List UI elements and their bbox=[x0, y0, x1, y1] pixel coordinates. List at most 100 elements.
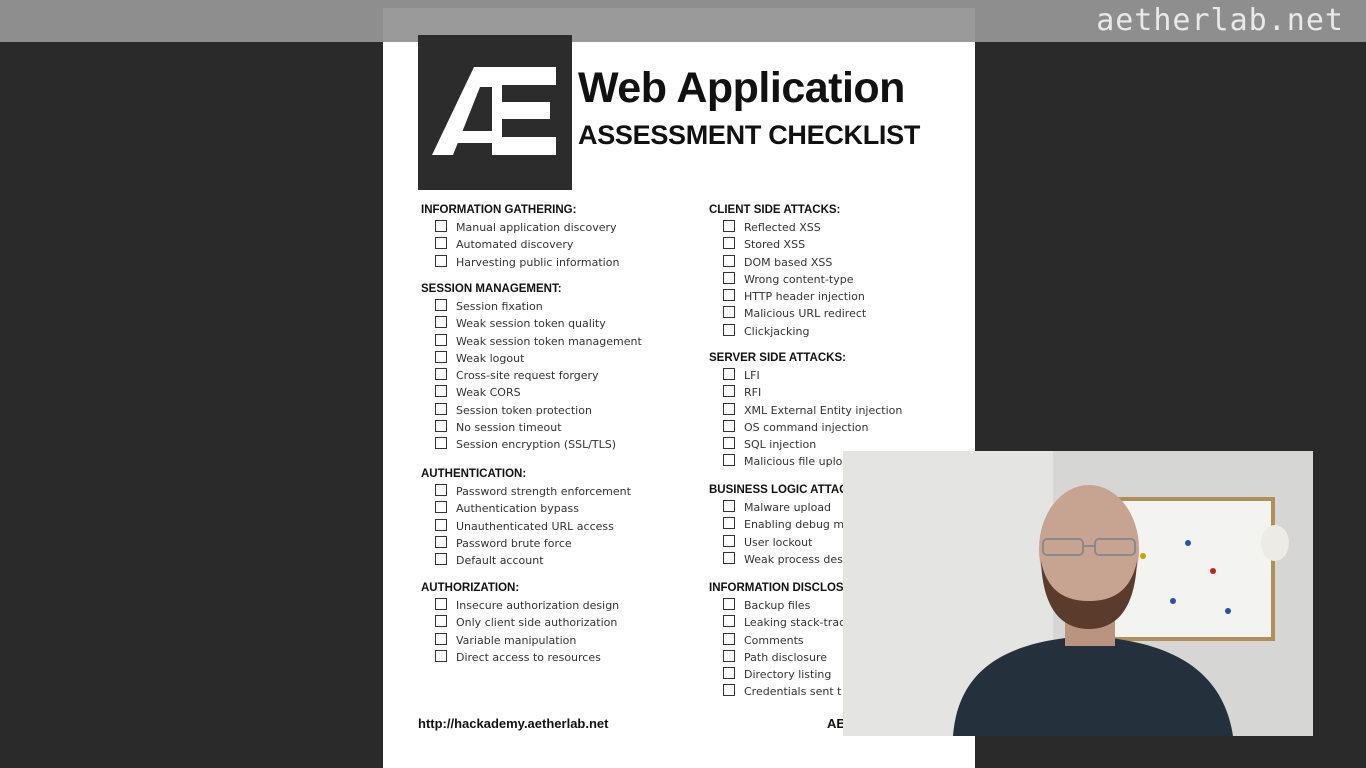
checklist-item[interactable]: XML External Entity injection bbox=[709, 402, 902, 419]
checklist-item[interactable]: Malware upload bbox=[709, 499, 847, 516]
checklist-item[interactable]: Session token protection bbox=[421, 402, 642, 419]
section-authorization: AUTHORIZATION: Insecure authorization de… bbox=[421, 580, 619, 666]
checkbox[interactable] bbox=[723, 649, 735, 662]
section-title: CLIENT SIDE ATTACKS: bbox=[709, 204, 841, 216]
checklist-item[interactable]: Wrong content-type bbox=[709, 271, 866, 288]
checklist-item[interactable]: Password strength enforcement bbox=[421, 483, 631, 500]
section-title: SERVER SIDE ATTACKS: bbox=[709, 352, 846, 364]
checkbox[interactable] bbox=[723, 684, 735, 697]
checkbox[interactable] bbox=[435, 553, 447, 566]
checklist-item[interactable]: User lockout bbox=[709, 534, 847, 551]
checkbox[interactable] bbox=[723, 534, 735, 547]
checklist-item[interactable]: Stored XSS bbox=[709, 236, 866, 253]
checklist-item[interactable]: Backup files bbox=[709, 597, 845, 614]
checklist-item[interactable]: Only client side authorization bbox=[421, 614, 619, 631]
checklist-item[interactable]: DOM based XSS bbox=[709, 254, 866, 271]
checklist-item[interactable]: Authentication bypass bbox=[421, 500, 631, 517]
checkbox[interactable] bbox=[435, 501, 447, 514]
section-information-gathering: INFORMATION GATHERING: Manual applicatio… bbox=[421, 202, 619, 271]
checklist-item[interactable]: RFI bbox=[709, 384, 902, 401]
checkbox[interactable] bbox=[723, 500, 735, 512]
checkbox[interactable] bbox=[435, 518, 447, 531]
checklist-item[interactable]: Enabling debug m bbox=[709, 516, 847, 533]
checklist-item[interactable]: Unauthenticated URL access bbox=[421, 518, 631, 535]
section-client-side-attacks: CLIENT SIDE ATTACKS: Reflected XSS Store… bbox=[709, 202, 866, 340]
checklist-item[interactable]: OS command injection bbox=[709, 419, 902, 436]
checkbox[interactable] bbox=[435, 437, 447, 450]
section-information-disclosure: INFORMATION DISCLOS Backup files Leaking… bbox=[709, 580, 845, 701]
checkbox[interactable] bbox=[723, 271, 735, 284]
section-title: SESSION MANAGEMENT: bbox=[421, 283, 562, 295]
checklist-item[interactable]: Weak CORS bbox=[421, 384, 642, 401]
checklist-item[interactable]: Session fixation bbox=[421, 298, 642, 315]
checkbox[interactable] bbox=[723, 289, 735, 302]
checkbox[interactable] bbox=[435, 220, 447, 232]
checkbox[interactable] bbox=[723, 667, 735, 680]
checklist-item[interactable]: Clickjacking bbox=[709, 323, 866, 340]
checkbox[interactable] bbox=[435, 368, 447, 381]
checkbox[interactable] bbox=[435, 333, 447, 346]
checkbox[interactable] bbox=[435, 484, 447, 496]
checkbox[interactable] bbox=[723, 419, 735, 432]
checklist-item[interactable]: Reflected XSS bbox=[709, 219, 866, 236]
checkbox[interactable] bbox=[723, 437, 735, 450]
checklist-item[interactable]: Path disclosure bbox=[709, 649, 845, 666]
checkbox[interactable] bbox=[435, 254, 447, 267]
section-title: AUTHENTICATION: bbox=[421, 468, 527, 480]
checklist-item[interactable]: Automated discovery bbox=[421, 236, 619, 253]
watermark-text: aetherlab.net bbox=[1096, 3, 1344, 38]
checkbox[interactable] bbox=[723, 615, 735, 628]
checklist-item[interactable]: Directory listing bbox=[709, 666, 845, 683]
checkbox[interactable] bbox=[435, 402, 447, 415]
checkbox[interactable] bbox=[723, 551, 735, 564]
checklist-item[interactable]: HTTP header injection bbox=[709, 288, 866, 305]
checklist-item[interactable]: Direct access to resources bbox=[421, 649, 619, 666]
checklist-item[interactable]: Manual application discovery bbox=[421, 219, 619, 236]
checklist-item[interactable]: Credentials sent t bbox=[709, 683, 845, 700]
checklist-item[interactable]: Weak session token quality bbox=[421, 315, 642, 332]
checkbox[interactable] bbox=[435, 598, 447, 610]
checklist-item[interactable]: Weak logout bbox=[421, 350, 642, 367]
section-title: BUSINESS LOGIC ATTAC bbox=[709, 484, 848, 496]
checkbox[interactable] bbox=[435, 649, 447, 662]
checklist-item[interactable]: Comments bbox=[709, 632, 845, 649]
checkbox[interactable] bbox=[723, 517, 735, 530]
checkbox[interactable] bbox=[435, 535, 447, 548]
checkbox[interactable] bbox=[723, 385, 735, 398]
checklist-item[interactable]: Weak session token management bbox=[421, 333, 642, 350]
checkbox[interactable] bbox=[435, 385, 447, 398]
checkbox[interactable] bbox=[435, 420, 447, 433]
checkbox[interactable] bbox=[723, 402, 735, 415]
section-title: INFORMATION DISCLOS bbox=[709, 582, 844, 594]
checkbox[interactable] bbox=[435, 350, 447, 363]
checklist-item[interactable]: Session encryption (SSL/TLS) bbox=[421, 436, 642, 453]
webcam-overlay bbox=[843, 451, 1313, 736]
checkbox[interactable] bbox=[723, 237, 735, 250]
checkbox[interactable] bbox=[723, 254, 735, 267]
checklist-item[interactable]: Variable manipulation bbox=[421, 632, 619, 649]
checkbox[interactable] bbox=[723, 368, 735, 380]
checklist-item[interactable]: Insecure authorization design bbox=[421, 597, 619, 614]
checkbox[interactable] bbox=[723, 306, 735, 319]
checkbox[interactable] bbox=[723, 220, 735, 232]
checklist-item[interactable]: No session timeout bbox=[421, 419, 642, 436]
checkbox[interactable] bbox=[435, 615, 447, 628]
document-subtitle: ASSESSMENT CHECKLIST bbox=[578, 120, 921, 150]
checkbox[interactable] bbox=[723, 323, 735, 336]
checklist-item[interactable]: Password brute force bbox=[421, 535, 631, 552]
checklist-item[interactable]: Weak process des bbox=[709, 551, 847, 568]
ae-logo bbox=[418, 35, 572, 190]
checkbox[interactable] bbox=[723, 598, 735, 610]
checklist-item[interactable]: Leaking stack-trac bbox=[709, 614, 845, 631]
checklist-item[interactable]: Malicious URL redirect bbox=[709, 305, 866, 322]
checkbox[interactable] bbox=[435, 632, 447, 645]
checklist-item[interactable]: Default account bbox=[421, 552, 631, 569]
checkbox[interactable] bbox=[723, 454, 735, 467]
checklist-item[interactable]: Cross-site request forgery bbox=[421, 367, 642, 384]
checkbox[interactable] bbox=[435, 299, 447, 311]
checklist-item[interactable]: LFI bbox=[709, 367, 902, 384]
checkbox[interactable] bbox=[435, 316, 447, 329]
checkbox[interactable] bbox=[723, 632, 735, 645]
checklist-item[interactable]: Harvesting public information bbox=[421, 254, 619, 271]
checkbox[interactable] bbox=[435, 237, 447, 250]
